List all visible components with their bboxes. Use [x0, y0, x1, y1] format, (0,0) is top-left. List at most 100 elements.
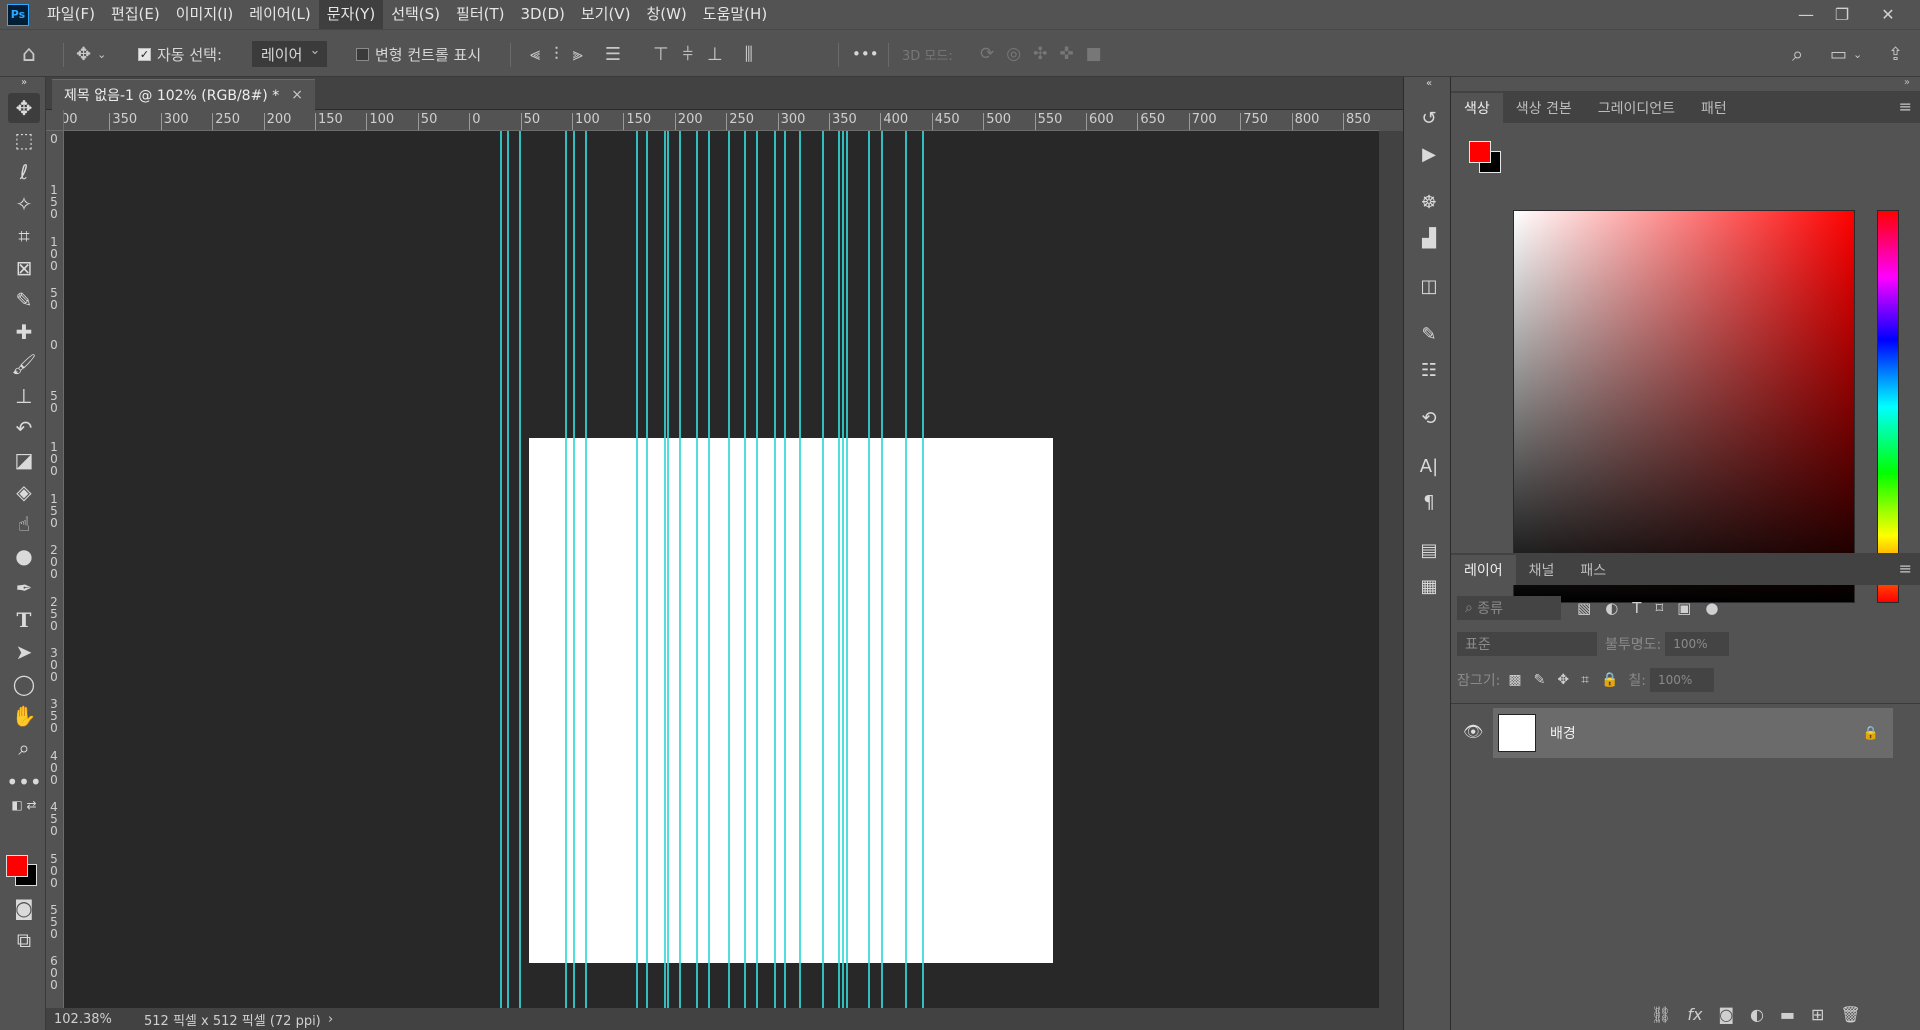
- path-selection-tool-icon[interactable]: ➤: [8, 637, 40, 667]
- align-center-icon[interactable]: ⫶: [554, 44, 559, 65]
- eraser-tool-icon[interactable]: ◪: [8, 445, 40, 475]
- menu-type[interactable]: 문자(Y): [318, 0, 384, 29]
- restore-button[interactable]: ❐: [1820, 0, 1864, 29]
- color-field[interactable]: [1513, 210, 1855, 603]
- guide-line[interactable]: [922, 131, 924, 1008]
- vertical-ruler[interactable]: 0 150 100 50 0 50 100 150 200 250 300 350 400 450 500 5…: [46, 131, 64, 1008]
- menu-view[interactable]: 보기(V): [573, 0, 639, 29]
- link-layers-icon[interactable]: ⛓: [1651, 1005, 1671, 1024]
- guide-line[interactable]: [784, 131, 786, 1008]
- histogram-panel-icon[interactable]: ▟: [1416, 225, 1442, 251]
- distribute-horizontal-icon[interactable]: ☰: [605, 44, 621, 65]
- brush-tool-icon[interactable]: 🖌: [8, 349, 40, 379]
- magic-wand-tool-icon[interactable]: ✧: [8, 189, 40, 219]
- adjustments-panel-icon[interactable]: ☷: [1416, 357, 1442, 383]
- shape-filter-icon[interactable]: ⌑: [1655, 599, 1663, 617]
- guide-line[interactable]: [822, 131, 824, 1008]
- paragraph-panel-icon[interactable]: ¶: [1416, 489, 1442, 515]
- align-left-icon[interactable]: ⫷: [530, 44, 540, 65]
- new-layer-icon[interactable]: ⊞: [1811, 1005, 1824, 1024]
- menu-file[interactable]: 파일(F): [39, 0, 103, 29]
- blend-mode-dropdown[interactable]: 표준: [1457, 632, 1597, 656]
- ruler-origin[interactable]: [46, 110, 64, 131]
- guide-line[interactable]: [507, 131, 509, 1008]
- collapse-toolbar-icon[interactable]: »: [8, 77, 40, 88]
- distribute-vertical-icon[interactable]: ⫼: [745, 44, 753, 65]
- guide-line[interactable]: [565, 131, 567, 1008]
- screen-mode-icon[interactable]: ⧉: [8, 925, 40, 955]
- learn-panel-icon[interactable]: ☸: [1416, 189, 1442, 215]
- tab-swatches[interactable]: 색상 견본: [1503, 93, 1585, 123]
- smudge-tool-icon[interactable]: ☝: [8, 509, 40, 539]
- guide-line[interactable]: [679, 131, 681, 1008]
- more-options-button[interactable]: •••: [852, 30, 879, 78]
- menu-window[interactable]: 창(W): [638, 0, 694, 29]
- menu-edit[interactable]: 편집(E): [103, 0, 168, 29]
- guide-line[interactable]: [774, 131, 776, 1008]
- horizontal-ruler[interactable]: 0035030025020015010050050100150200250300…: [64, 110, 1379, 131]
- guide-line[interactable]: [756, 131, 758, 1008]
- layer-row[interactable]: 배경 🔒: [1493, 708, 1893, 758]
- menu-layer[interactable]: 레이어(L): [241, 0, 318, 29]
- lock-transparent-icon[interactable]: ▩: [1508, 672, 1521, 688]
- lasso-tool-icon[interactable]: ℓ: [8, 157, 40, 187]
- character-panel-icon[interactable]: A|: [1416, 453, 1442, 479]
- zoom-level[interactable]: 102.38%: [54, 1012, 114, 1027]
- edit-toolbar-icon[interactable]: •••: [6, 767, 41, 797]
- guide-line[interactable]: [667, 131, 669, 1008]
- layer-lock-icon[interactable]: 🔒: [1863, 726, 1879, 741]
- 3d-roll-icon[interactable]: ◎: [1006, 44, 1021, 64]
- new-group-folder-icon[interactable]: ▬: [1780, 1005, 1795, 1024]
- status-menu-arrow[interactable]: ›: [328, 1012, 333, 1027]
- guide-line[interactable]: [868, 131, 870, 1008]
- libraries-panel-icon[interactable]: ▤: [1416, 537, 1442, 563]
- clone-stamp-tool-icon[interactable]: ⊥: [8, 381, 40, 411]
- frame-tool-icon[interactable]: ⊠: [8, 253, 40, 283]
- workspace-icon[interactable]: ▭ ⌄: [1830, 30, 1862, 78]
- menu-3d[interactable]: 3D(D): [513, 0, 573, 29]
- notes-panel-icon[interactable]: ▦: [1416, 573, 1442, 599]
- transform-controls-checkbox[interactable]: 변형 컨트롤 표시: [356, 30, 481, 78]
- lock-pixels-icon[interactable]: ✎: [1534, 672, 1546, 688]
- expand-panels-icon[interactable]: «: [1416, 77, 1442, 89]
- zoom-tool-icon[interactable]: ⌕: [8, 733, 40, 763]
- home-icon[interactable]: ⌂: [22, 30, 36, 78]
- guide-line[interactable]: [636, 131, 638, 1008]
- filter-toggle-icon[interactable]: ●: [1705, 599, 1718, 617]
- guide-line[interactable]: [500, 131, 502, 1008]
- align-right-icon[interactable]: ⫸: [573, 44, 583, 65]
- collapse-panels-icon[interactable]: »: [1904, 77, 1910, 88]
- share-icon[interactable]: ⇪: [1888, 30, 1903, 78]
- add-mask-icon[interactable]: ◙: [1718, 1005, 1734, 1024]
- guide-line[interactable]: [708, 131, 710, 1008]
- type-filter-icon[interactable]: T: [1632, 599, 1641, 617]
- guide-line[interactable]: [905, 131, 907, 1008]
- guide-line[interactable]: [881, 131, 883, 1008]
- document-canvas[interactable]: [529, 438, 1053, 963]
- lock-all-icon[interactable]: 🔒: [1601, 672, 1618, 688]
- auto-select-dropdown[interactable]: 레이어: [252, 41, 328, 67]
- clone-source-icon[interactable]: ⟲: [1416, 405, 1442, 431]
- guide-line[interactable]: [728, 131, 730, 1008]
- close-window-button[interactable]: ✕: [1866, 0, 1910, 29]
- pixel-filter-icon[interactable]: ▧: [1577, 599, 1591, 617]
- quick-mask-icon[interactable]: ◙: [8, 893, 40, 923]
- move-tool-icon[interactable]: ✥: [8, 93, 40, 123]
- align-top-icon[interactable]: ⊤: [653, 44, 669, 65]
- layer-style-fx-icon[interactable]: fx: [1687, 1005, 1702, 1024]
- pen-tool-icon[interactable]: ✒: [8, 573, 40, 603]
- canvas-area[interactable]: [64, 131, 1379, 1008]
- guide-line[interactable]: [573, 131, 575, 1008]
- hue-slider[interactable]: [1877, 210, 1899, 603]
- adjustment-filter-icon[interactable]: ◐: [1605, 599, 1618, 617]
- ellipse-tool-icon[interactable]: ◯: [8, 669, 40, 699]
- marquee-tool-icon[interactable]: ⬚: [8, 125, 40, 155]
- tab-channels[interactable]: 채널: [1516, 555, 1568, 585]
- guide-line[interactable]: [664, 131, 666, 1008]
- 3d-camera-icon[interactable]: ■: [1086, 44, 1102, 64]
- align-middle-icon[interactable]: ⫩: [683, 44, 693, 65]
- move-tool-preset-icon[interactable]: ✥ ⌄: [76, 30, 106, 78]
- layer-kind-filter[interactable]: ⌕ 종류: [1457, 596, 1561, 620]
- auto-select-checkbox[interactable]: ✓ 자동 선택:: [138, 30, 222, 78]
- 3d-orbit-icon[interactable]: ⟳: [980, 44, 994, 64]
